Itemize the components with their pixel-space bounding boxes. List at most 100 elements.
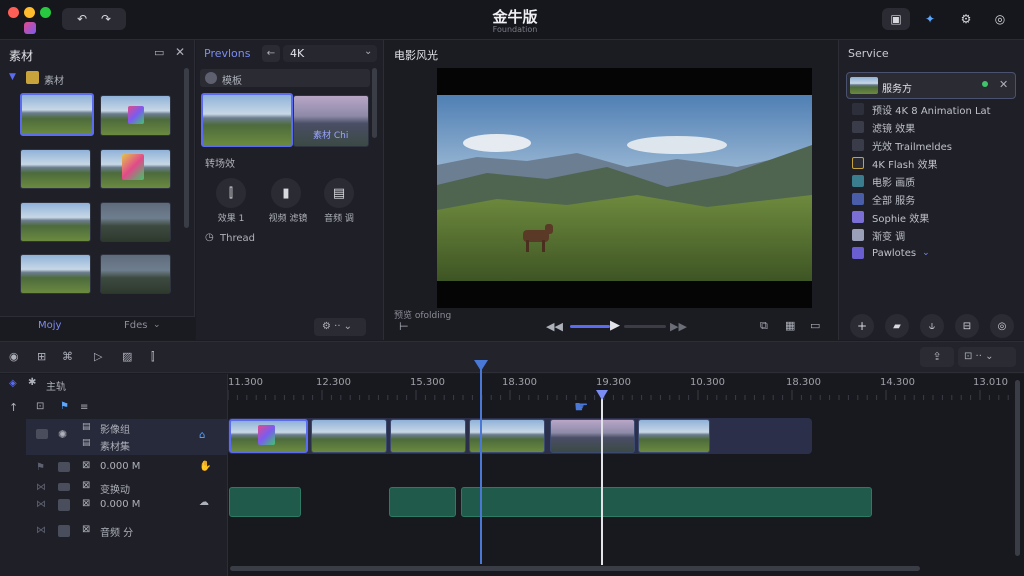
chevron-down-icon[interactable]: ⌄ bbox=[153, 320, 161, 330]
fullscreen-icon[interactable]: ▭ bbox=[810, 319, 820, 332]
audio-icon[interactable]: ▤ bbox=[324, 178, 354, 208]
video-clip[interactable] bbox=[390, 419, 466, 453]
gear-icon[interactable]: ✺ bbox=[58, 428, 67, 441]
app-subtitle: Foundation bbox=[492, 25, 538, 34]
effects-scrollbar[interactable] bbox=[372, 68, 377, 138]
camera-icon[interactable]: ⌂ bbox=[199, 430, 205, 441]
effects-options-button[interactable]: ⚙ ·· ⌄ bbox=[314, 318, 366, 336]
split-clip-icon[interactable]: ⌘ bbox=[62, 350, 73, 363]
service-item[interactable]: 全部 服务 bbox=[852, 191, 915, 207]
arrow-up-icon[interactable]: ↑ bbox=[9, 401, 18, 414]
close-icon[interactable]: ✕ bbox=[999, 78, 1008, 91]
media-thumb-3[interactable] bbox=[20, 149, 91, 189]
link-icon[interactable]: ⋈ bbox=[36, 482, 46, 493]
effect-thumb-1[interactable] bbox=[201, 93, 293, 147]
video-clip[interactable] bbox=[311, 419, 387, 453]
minimize-window-button[interactable] bbox=[24, 7, 35, 18]
track-tool-icon[interactable]: ✱ bbox=[28, 377, 36, 388]
export-icon[interactable]: ⇪ bbox=[920, 347, 954, 367]
play-icon[interactable]: ▶ bbox=[610, 318, 620, 333]
mute-icon[interactable]: ⊠ bbox=[82, 524, 90, 535]
mute-icon[interactable]: ⊠ bbox=[82, 480, 90, 491]
service-item[interactable]: 4K Flash 效果 bbox=[852, 155, 937, 171]
media-thumb-5[interactable] bbox=[20, 202, 91, 242]
video-clip[interactable] bbox=[638, 419, 710, 453]
timeline-vertical-scrollbar[interactable] bbox=[1015, 380, 1020, 556]
eye-icon[interactable]: ◉ bbox=[9, 350, 19, 363]
redo-icon[interactable]: ↷ bbox=[101, 12, 111, 26]
thread-label[interactable]: Thread bbox=[220, 233, 255, 244]
undo-redo-group: ↶ ↷ bbox=[62, 8, 126, 30]
view-options-button[interactable]: ⊡ ·· ⌄ bbox=[958, 347, 1016, 367]
timeline-horizontal-scrollbar[interactable] bbox=[230, 566, 920, 571]
audio-clip[interactable] bbox=[389, 487, 456, 517]
trim-start-icon[interactable]: ⊢ bbox=[399, 320, 409, 333]
service-item-swatch bbox=[852, 229, 864, 241]
scrub-progress[interactable] bbox=[570, 325, 610, 328]
settings-icon[interactable]: ◎ bbox=[990, 314, 1014, 338]
video-clip[interactable] bbox=[550, 419, 635, 453]
secondary-playhead[interactable] bbox=[601, 395, 603, 565]
back-icon[interactable]: ← bbox=[262, 45, 280, 62]
marker-handle-icon[interactable] bbox=[596, 390, 608, 400]
maximize-window-button[interactable] bbox=[40, 7, 51, 18]
service-item[interactable]: 电影 画质 bbox=[852, 173, 915, 189]
add-icon[interactable]: + bbox=[850, 314, 874, 338]
mute-icon[interactable]: ⊠ bbox=[82, 498, 90, 509]
undo-icon[interactable]: ↶ bbox=[77, 12, 87, 26]
service-item[interactable]: 滤镜 效果 bbox=[852, 119, 915, 135]
split-icon[interactable]: ⫿ bbox=[216, 178, 246, 208]
media-thumb-8[interactable] bbox=[100, 254, 171, 294]
flag-icon[interactable]: ⚑ bbox=[60, 401, 69, 412]
service-item[interactable]: 预设 4K 8 Animation Lat bbox=[852, 101, 991, 117]
media-icon[interactable]: ▨ bbox=[122, 350, 132, 363]
link-icon[interactable]: ⋈ bbox=[36, 499, 46, 510]
close-window-button[interactable] bbox=[8, 7, 19, 18]
flag-icon[interactable]: ⚑ bbox=[36, 462, 45, 473]
audio-clip[interactable] bbox=[229, 487, 301, 517]
grid-icon[interactable]: ▦ bbox=[785, 319, 795, 332]
service-item[interactable]: 光效 Trailmeldes bbox=[852, 137, 952, 153]
media-scrollbar[interactable] bbox=[184, 68, 189, 228]
play-range-icon[interactable]: ▷ bbox=[94, 350, 102, 363]
link-icon[interactable]: ⋈ bbox=[36, 525, 46, 536]
rewind-icon[interactable]: ◀◀ bbox=[546, 320, 563, 333]
effect-button-label: 视频 滤镜 bbox=[268, 214, 308, 224]
gear-icon[interactable]: ⚙ bbox=[952, 8, 980, 30]
close-icon[interactable]: ✕ bbox=[175, 45, 185, 59]
comment-icon[interactable]: ▰ bbox=[885, 314, 909, 338]
chevron-down-icon[interactable]: ▼ bbox=[9, 72, 16, 82]
service-item[interactable]: 渐变 调 bbox=[852, 227, 905, 243]
bookmark-icon[interactable]: ▮ bbox=[271, 178, 301, 208]
scrub-track[interactable] bbox=[624, 325, 666, 328]
service-item[interactable]: Sophie 效果 bbox=[852, 209, 929, 225]
image-icon[interactable]: ▣ bbox=[882, 8, 910, 30]
chevron-down-icon[interactable]: ⌄ bbox=[922, 248, 930, 258]
book-icon[interactable]: ⊟ bbox=[955, 314, 979, 338]
media-tab-left[interactable]: Mojy bbox=[38, 320, 61, 331]
film-icon[interactable]: ⊞ bbox=[37, 350, 46, 363]
mute-icon[interactable]: ⊠ bbox=[82, 460, 90, 471]
media-thumb-7[interactable] bbox=[20, 254, 91, 294]
split-icon[interactable]: ⫿ bbox=[151, 350, 155, 364]
snapshot-icon[interactable]: ⧉ bbox=[760, 319, 768, 333]
preview-frame[interactable] bbox=[437, 95, 812, 281]
split-icon[interactable]: ⫝ bbox=[920, 314, 944, 338]
playhead[interactable] bbox=[480, 364, 482, 564]
service-active-label: 服务方 bbox=[882, 84, 912, 95]
layers-icon[interactable]: ◈ bbox=[9, 378, 17, 389]
media-thumb-6[interactable] bbox=[100, 202, 171, 242]
hand-icon[interactable]: ✋ bbox=[199, 461, 211, 472]
audio-clip[interactable] bbox=[461, 487, 872, 517]
fast-forward-icon[interactable]: ▶▶ bbox=[670, 320, 687, 333]
effects-panel-title[interactable]: Prevlons bbox=[204, 47, 251, 60]
sparkle-icon[interactable]: ✦ bbox=[916, 8, 944, 30]
timer-icon[interactable]: ◎ bbox=[986, 8, 1014, 30]
monitor-icon[interactable]: ▭ bbox=[154, 46, 164, 59]
service-item[interactable]: Pawlotes ⌄ bbox=[852, 245, 930, 261]
media-tab-right[interactable]: Fdes bbox=[124, 320, 147, 331]
lock-icon[interactable]: ⊡ bbox=[36, 401, 44, 412]
media-thumb-1[interactable] bbox=[20, 93, 94, 136]
playhead-handle-icon[interactable] bbox=[474, 360, 488, 371]
cloud-icon[interactable]: ☁ bbox=[199, 497, 209, 508]
